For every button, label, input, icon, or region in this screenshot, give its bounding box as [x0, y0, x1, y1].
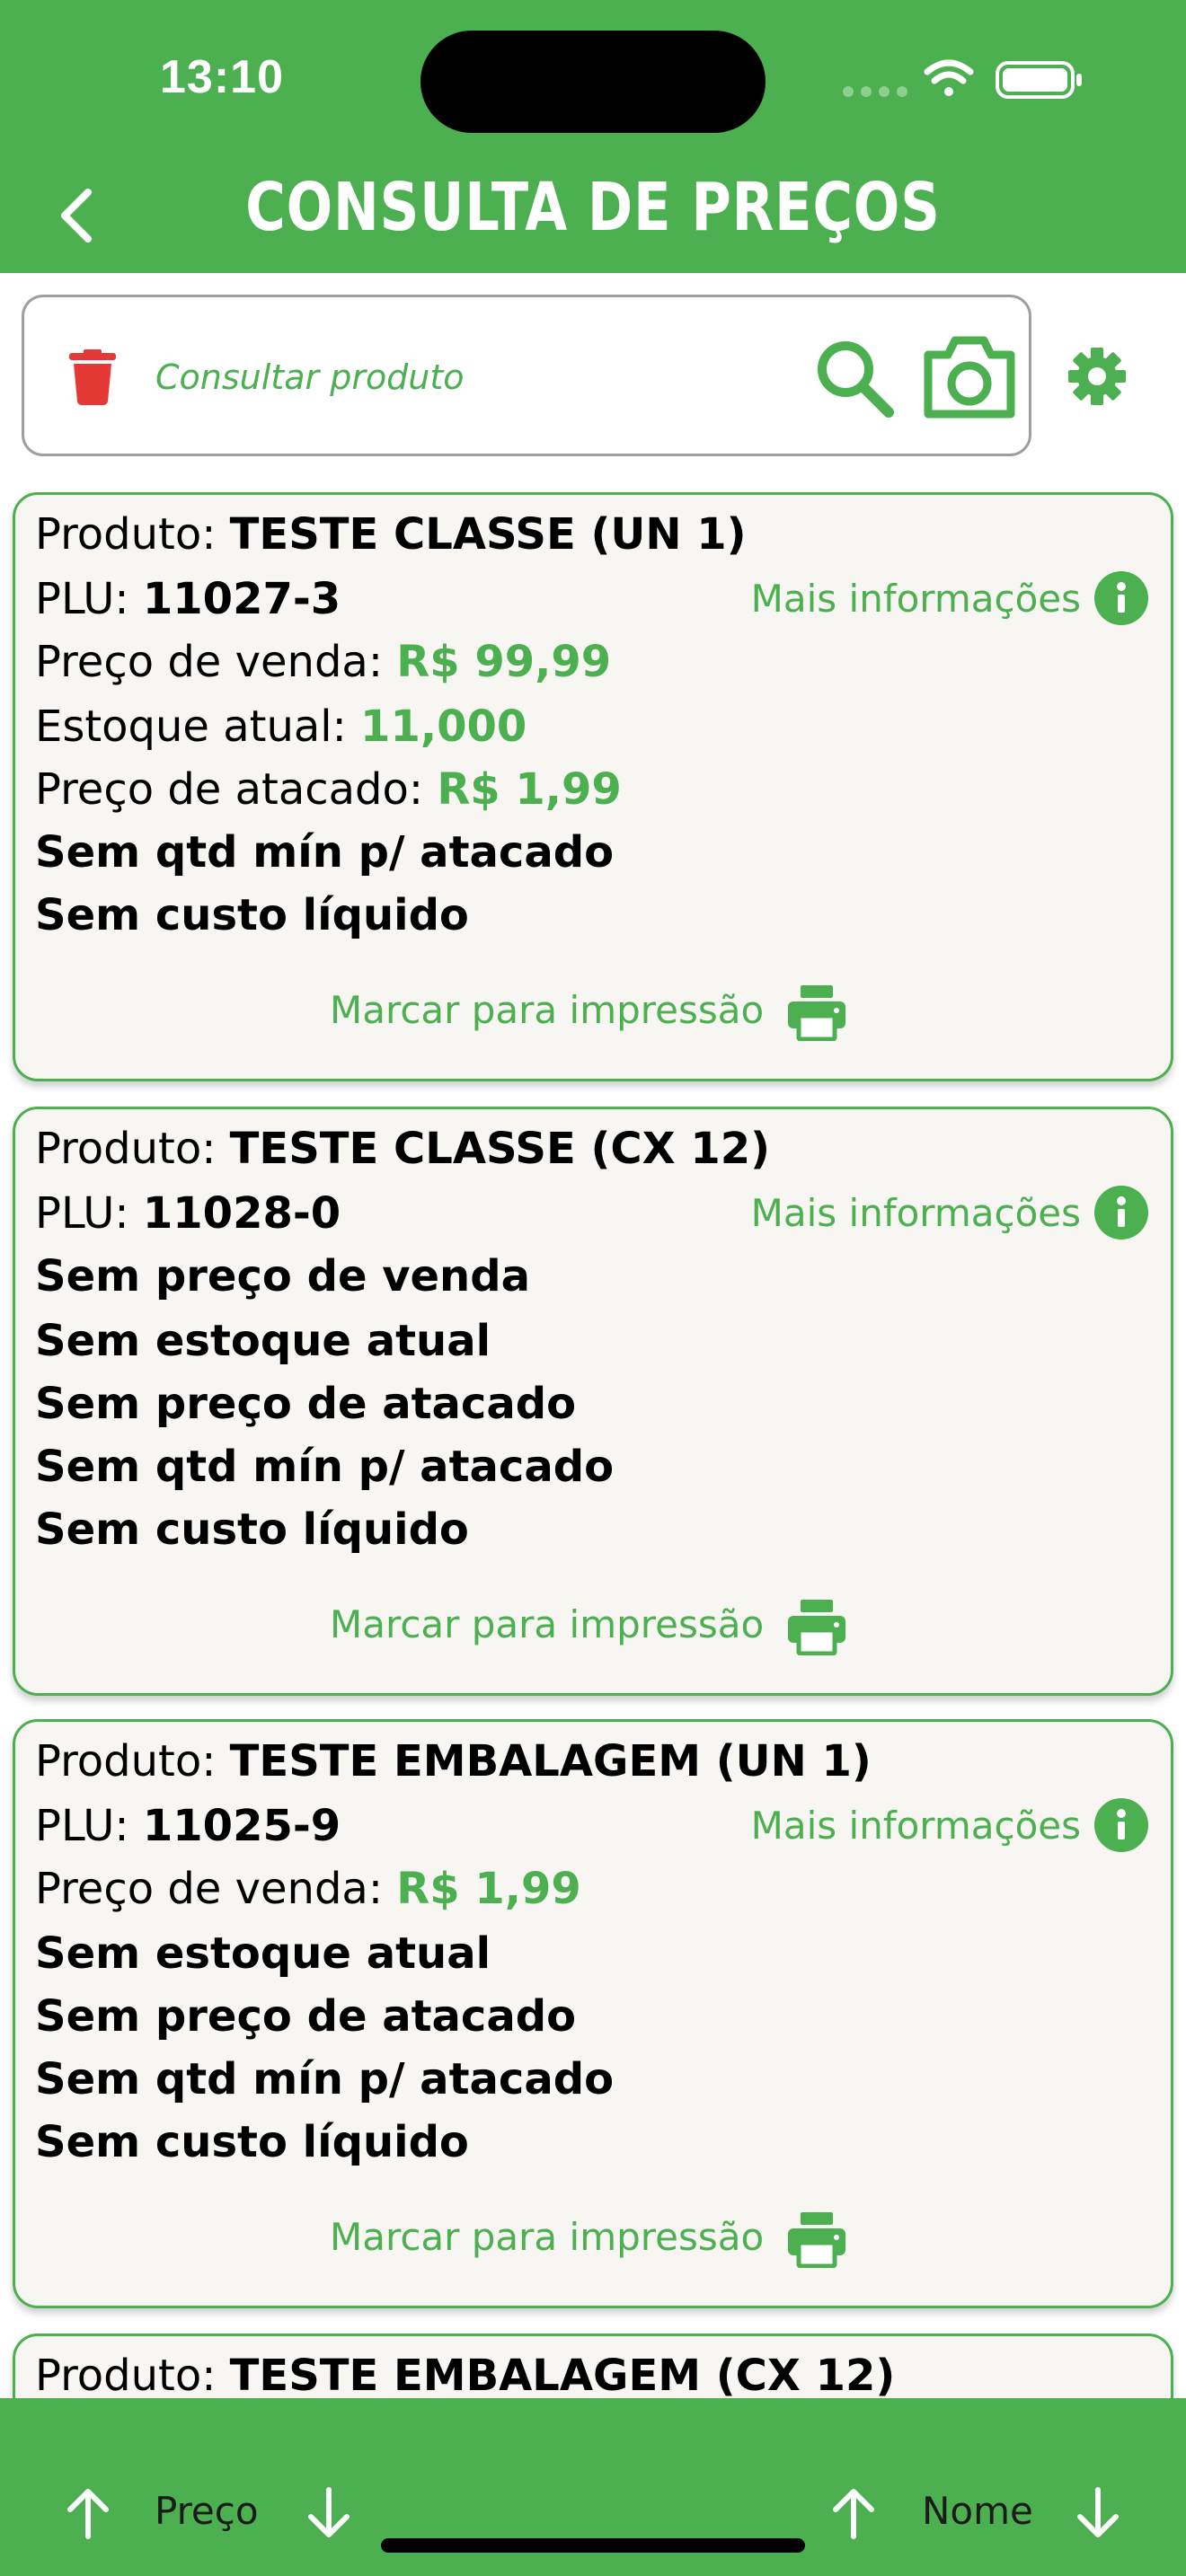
no-wholesale-price: Sem preço de atacado — [35, 1379, 577, 1429]
mark-for-print-link[interactable]: Marcar para impressão — [330, 2210, 764, 2264]
product-name-line: Produto: TESTE CLASSE (CX 12) — [35, 1124, 771, 1174]
mark-for-print-link[interactable]: Marcar para impressão — [330, 1598, 764, 1652]
search-icon[interactable] — [813, 337, 896, 419]
search-input[interactable] — [155, 339, 802, 416]
home-indicator — [381, 2538, 805, 2553]
no-stock: Sem estoque atual — [35, 1928, 491, 1979]
sale-price-line: Preço de venda: R$ 99,99 — [35, 637, 612, 687]
mark-for-print-link[interactable]: Marcar para impressão — [330, 984, 764, 1037]
product-name: TESTE EMBALAGEM (CX 12) — [229, 2351, 896, 2401]
info-icon[interactable] — [1093, 1185, 1149, 1240]
product-name-line: Produto: TESTE EMBALAGEM (CX 12) — [35, 2351, 896, 2401]
product-name: TESTE EMBALAGEM (UN 1) — [229, 1736, 872, 1786]
no-net-cost: Sem custo líquido — [35, 2117, 469, 2167]
sort-price-label[interactable]: Preço — [155, 2484, 259, 2538]
plu-line: PLU: 11025-9 — [35, 1801, 341, 1851]
page-title: CONSULTA DE PREÇOS — [245, 169, 941, 246]
sale-price: R$ 99,99 — [396, 637, 612, 687]
wholesale-price: R$ 1,99 — [437, 764, 622, 815]
plu-line: PLU: 11028-0 — [35, 1188, 341, 1239]
battery-icon — [996, 61, 1082, 99]
plu-value: 11027-3 — [142, 574, 341, 624]
no-min-qty: Sem qtd mín p/ atacado — [35, 1442, 615, 1492]
more-info-link[interactable]: Mais informações — [751, 1187, 1081, 1240]
camera-icon[interactable] — [921, 331, 1018, 421]
product-card: Produto: TESTE CLASSE (UN 1) PLU: 11027-… — [13, 492, 1173, 1081]
wifi-icon — [924, 59, 974, 96]
printer-icon[interactable] — [786, 1598, 847, 1655]
trash-icon[interactable] — [67, 349, 118, 405]
info-icon[interactable] — [1093, 570, 1149, 626]
sort-name-asc-arrow-up-icon[interactable] — [828, 2486, 879, 2540]
product-name-line: Produto: TESTE EMBALAGEM (UN 1) — [35, 1736, 872, 1786]
sort-price-asc-arrow-up-icon[interactable] — [63, 2486, 113, 2540]
app-header: 13:10 CONSULTA DE PREÇOS — [0, 0, 1186, 273]
status-time: 13:10 — [160, 51, 284, 103]
product-name-line: Produto: TESTE CLASSE (UN 1) — [35, 509, 747, 560]
printer-icon[interactable] — [786, 984, 847, 1041]
no-sale-price: Sem preço de venda — [35, 1251, 530, 1301]
sort-name-desc-arrow-down-icon[interactable] — [1073, 2486, 1123, 2540]
back-chevron-icon[interactable] — [49, 180, 102, 251]
more-info-link[interactable]: Mais informações — [751, 1799, 1081, 1853]
status-icons — [843, 59, 1082, 99]
plu-value: 11025-9 — [142, 1801, 341, 1851]
sale-price: R$ 1,99 — [396, 1864, 581, 1914]
no-min-qty: Sem qtd mín p/ atacado — [35, 2054, 615, 2104]
search-box — [22, 295, 1031, 456]
dynamic-island — [420, 31, 766, 133]
stock-value: 11,000 — [360, 701, 527, 752]
info-icon[interactable] — [1093, 1797, 1149, 1853]
no-stock: Sem estoque atual — [35, 1316, 491, 1366]
product-name: TESTE CLASSE (CX 12) — [229, 1124, 771, 1174]
no-min-qty: Sem qtd mín p/ atacado — [35, 827, 615, 878]
more-info-link[interactable]: Mais informações — [751, 572, 1081, 626]
plu-value: 11028-0 — [142, 1188, 341, 1239]
sort-name-label[interactable]: Nome — [922, 2484, 1033, 2538]
no-net-cost: Sem custo líquido — [35, 1504, 469, 1555]
sale-price-line: Preço de venda: R$ 1,99 — [35, 1864, 581, 1914]
plu-line: PLU: 11027-3 — [35, 574, 341, 624]
product-card: Produto: TESTE EMBALAGEM (UN 1) PLU: 110… — [13, 1719, 1173, 2308]
printer-icon[interactable] — [786, 2210, 847, 2268]
gear-icon[interactable] — [1066, 345, 1128, 408]
signal-icon — [843, 86, 907, 97]
no-net-cost: Sem custo líquido — [35, 890, 469, 940]
wholesale-price-line: Preço de atacado: R$ 1,99 — [35, 764, 622, 815]
product-name: TESTE CLASSE (UN 1) — [229, 509, 747, 560]
product-card: Produto: TESTE CLASSE (CX 12) PLU: 11028… — [13, 1107, 1173, 1696]
stock-line: Estoque atual: 11,000 — [35, 701, 527, 752]
sort-price-desc-arrow-down-icon[interactable] — [304, 2486, 354, 2540]
no-wholesale-price: Sem preço de atacado — [35, 1991, 577, 2042]
